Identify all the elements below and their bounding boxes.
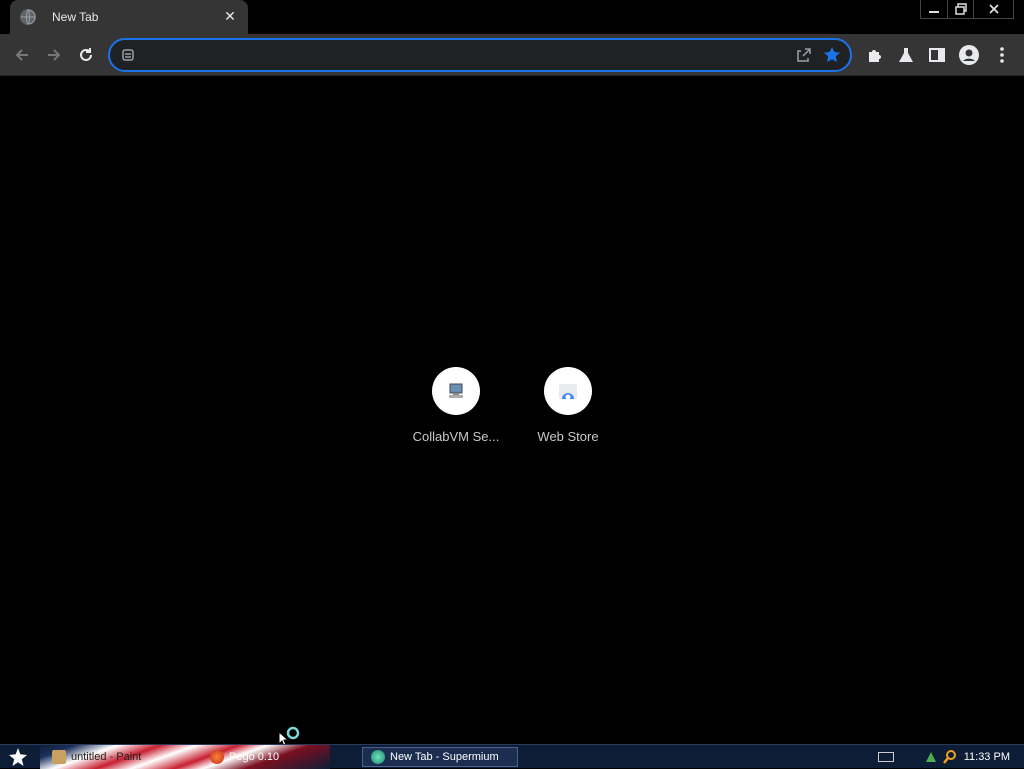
start-button[interactable] [6,746,30,768]
globe-icon [20,9,36,25]
address-input[interactable] [144,46,784,64]
taskbar-item-paint[interactable]: untitled - Paint [52,747,141,767]
profile-icon [959,45,979,65]
keyboard-icon[interactable] [877,752,894,762]
shortcut-label: Web Store [537,429,599,444]
side-panel-button[interactable] [926,44,948,66]
extensions-icon [869,50,881,62]
network-icon[interactable] [924,750,938,764]
system-tray: 11:33 PM [877,745,1024,769]
reload-icon [80,48,92,61]
shortcut-tile [432,367,480,415]
reload-button[interactable] [74,43,98,67]
star-icon [9,748,27,766]
menu-icon [1000,47,1004,63]
shortcut-web-store[interactable]: Web Store [512,367,624,444]
taskbar-item-label: New Tab - Supermium [390,751,499,763]
profile-button[interactable] [958,44,980,66]
shortcut-label: CollabVM Se... [412,429,500,444]
supermium-icon [371,750,385,764]
browser-toolbar [0,34,1024,76]
labs-flask-icon [899,48,913,62]
back-button[interactable] [10,43,34,67]
window-controls [920,0,1014,19]
tab-strip: New Tab ✕ [0,0,1024,34]
forward-button[interactable] [42,43,66,67]
new-tab-page: CollabVM Se... Web Store [0,77,1024,744]
window-close-button[interactable] [973,0,1013,18]
shortcut-tile [544,367,592,415]
forward-icon [48,49,61,61]
taskbar-item-label: Pego 0.10 [229,751,280,763]
bookmark-star-icon[interactable] [822,45,842,65]
labs-button[interactable] [895,44,917,66]
shortcut-collabvm[interactable]: CollabVM Se... [400,367,512,444]
restore-button[interactable] [947,0,973,18]
taskbar: untitled - Paint Pego 0.10 New Tab - Sup… [0,744,1024,769]
close-icon [988,4,999,14]
tab-close-icon[interactable]: ✕ [222,8,238,24]
back-icon [15,49,28,61]
address-bar[interactable] [108,38,852,72]
browser-window: New Tab ✕ CollabVM Se... Web Store [0,0,1024,744]
busy-cursor-icon [278,726,300,746]
web-store-icon [559,384,577,400]
taskbar-item-pego[interactable]: Pego 0.10 [210,747,279,767]
tab-new-tab[interactable]: New Tab ✕ [10,0,248,34]
search-icon[interactable] [942,749,958,765]
share-icon[interactable] [794,46,812,64]
site-info-icon [122,49,134,61]
minimize-button[interactable] [921,0,947,18]
collabvm-icon [449,383,463,398]
restore-icon [954,3,967,15]
taskbar-clock[interactable]: 11:33 PM [964,751,1010,763]
paint-icon [52,750,66,764]
taskbar-item-label: untitled - Paint [71,751,142,763]
taskbar-item-supermium[interactable]: New Tab - Supermium [362,747,518,767]
minimize-icon [929,11,939,13]
tab-title: New Tab [52,10,99,24]
menu-button[interactable] [991,44,1013,66]
extensions-button[interactable] [864,44,886,66]
side-panel-icon [929,48,945,62]
pego-icon [210,750,224,764]
